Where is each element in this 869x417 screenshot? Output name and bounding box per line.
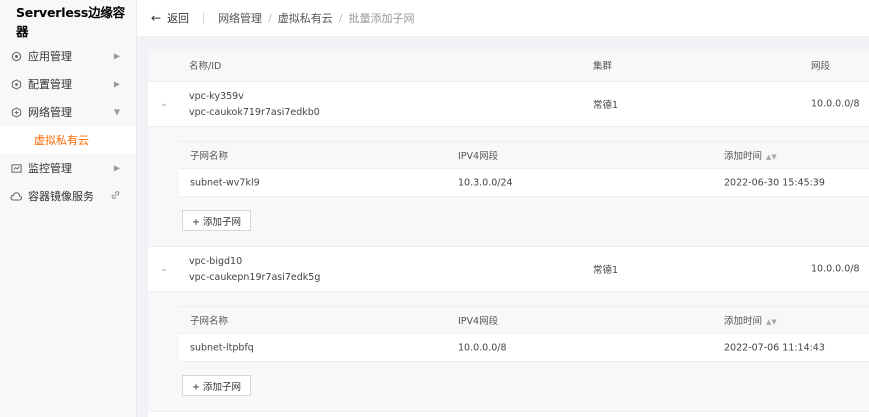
vpc-id: vpc-caukepn19r7asi7edk5g	[189, 272, 321, 283]
chevron-down-icon: ▼	[113, 107, 120, 117]
sidebar-menu: 应用管理 ▶ 配置管理 ▶ 网络管理 ▼ 虚拟私有云 监控管理 ▶ 容器镜像服务	[0, 42, 136, 210]
divider	[203, 12, 205, 24]
breadcrumb-separator: /	[268, 11, 272, 25]
chevron-down-icon[interactable]: ⌄	[160, 99, 168, 109]
sidebar-item-label: 配置管理	[28, 78, 72, 91]
breadcrumb-separator: /	[338, 11, 343, 25]
column-header-subnet-name: 子网名称	[190, 151, 229, 162]
app-title: Serverless边缘容器	[16, 5, 125, 39]
external-link-icon	[111, 191, 120, 202]
main-content: 名称/ID 集群 网段 ⌄ vpc-ky359v vpc-caukok719r7…	[137, 37, 869, 417]
chevron-right-icon: ▶	[113, 163, 120, 173]
subnet-table: 子网名称 IPV4网段 添加时间 ▲▼ subnet-ltpbfq 10.0.0.…	[179, 306, 869, 362]
subnet-ipv4: 10.0.0.0/8	[458, 342, 507, 353]
sidebar-item-container-registry[interactable]: 容器镜像服务	[0, 182, 136, 210]
sidebar: Serverless边缘容器 应用管理 ▶ 配置管理 ▶ 网络管理 ▼ 虚拟私有…	[0, 0, 137, 417]
vpc-table: 名称/ID 集群 网段 ⌄ vpc-ky359v vpc-caukok719r7…	[148, 49, 869, 417]
column-header-ipv4: IPV4网段	[458, 151, 499, 162]
subnet-name: subnet-wv7kl9	[190, 177, 260, 188]
cloud-icon	[10, 190, 22, 202]
subnet-ipv4: 10.3.0.0/24	[458, 177, 513, 188]
header-bar: ← 返回 网络管理 / 虚拟私有云 / 批量添加子网	[137, 0, 869, 37]
sidebar-subitem-vpc[interactable]: 虚拟私有云	[0, 126, 136, 154]
breadcrumb-vpc[interactable]: 虚拟私有云	[278, 10, 333, 26]
sidebar-item-app-management[interactable]: 应用管理 ▶	[0, 42, 136, 70]
sidebar-item-label: 容器镜像服务	[28, 190, 94, 203]
app-root: Serverless边缘容器 应用管理 ▶ 配置管理 ▶ 网络管理 ▼ 虚拟私有…	[0, 0, 869, 417]
add-subnet-button[interactable]: + 添加子网	[182, 375, 251, 396]
sidebar-item-monitor-management[interactable]: 监控管理 ▶	[0, 154, 136, 182]
chevron-right-icon: ▶	[113, 79, 120, 89]
subnet-table-header: 子网名称 IPV4网段 添加时间 ▲▼	[179, 141, 869, 169]
column-header-add-time[interactable]: 添加时间 ▲▼	[724, 313, 777, 327]
sidebar-item-config-management[interactable]: 配置管理 ▶	[0, 70, 136, 98]
monitor-icon	[10, 162, 22, 174]
sidebar-item-network-management[interactable]: 网络管理 ▼	[0, 98, 136, 126]
column-header-name-id: 名称/ID	[189, 61, 222, 72]
network-icon	[10, 106, 22, 118]
subnet-name: subnet-ltpbfq	[190, 342, 254, 353]
add-time-label: 添加时间	[724, 316, 763, 327]
vpc-cluster: 常德1	[593, 265, 619, 276]
app-icon	[10, 50, 22, 62]
expanded-row: 子网名称 IPV4网段 添加时间 ▲▼ subnet-ltpbfq 10.0.0.…	[148, 292, 869, 412]
vpc-name: vpc-ky359v	[189, 91, 244, 102]
vpc-id: vpc-caukok719r7asi7edkb0	[189, 107, 320, 118]
subnet-add-time: 2022-06-30 15:45:39	[724, 177, 825, 188]
vpc-cidr: 10.0.0.0/8	[811, 263, 860, 275]
back-label: 返回	[167, 12, 190, 25]
sidebar-item-label: 应用管理	[28, 50, 72, 63]
vpc-name: vpc-bigd10	[189, 256, 243, 267]
sort-icon[interactable]: ▲▼	[766, 318, 777, 326]
column-header-add-time[interactable]: 添加时间 ▲▼	[724, 148, 777, 162]
column-header-ipv4: IPV4网段	[458, 316, 499, 327]
table-row[interactable]: ⌄ vpc-bigd10 vpc-caukepn19r7asi7edk5g 常德…	[148, 247, 869, 292]
subnet-add-time: 2022-07-06 11:14:43	[724, 342, 825, 353]
table-row: subnet-ltpbfq 10.0.0.0/8 2022-07-06 11:1…	[179, 334, 869, 362]
breadcrumb-network-management[interactable]: 网络管理	[218, 10, 262, 26]
add-time-label: 添加时间	[724, 151, 763, 162]
column-header-subnet-name: 子网名称	[190, 316, 229, 327]
subnet-table-header: 子网名称 IPV4网段 添加时间 ▲▼	[179, 306, 869, 334]
sort-icon[interactable]: ▲▼	[766, 153, 777, 161]
vpc-name-cell: vpc-bigd10 vpc-caukepn19r7asi7edk5g	[189, 254, 320, 286]
table-header: 名称/ID 集群 网段	[148, 49, 869, 82]
config-icon	[10, 78, 22, 90]
sidebar-item-label: 监控管理	[28, 162, 72, 175]
chevron-right-icon: ▶	[113, 51, 120, 61]
chevron-down-icon[interactable]: ⌄	[160, 264, 168, 274]
column-header-cidr: 网段	[811, 61, 831, 72]
add-subnet-button[interactable]: + 添加子网	[182, 210, 251, 231]
table-row: subnet-wv7kl9 10.3.0.0/24 2022-06-30 15:…	[179, 169, 869, 197]
sidebar-item-label: 网络管理	[28, 106, 72, 119]
table-row[interactable]: ⌄ vpc-ky359v vpc-caukok719r7asi7edkb0 常德…	[148, 82, 869, 127]
subnet-table: 子网名称 IPV4网段 添加时间 ▲▼ subnet-wv7kl9 10.3.0.…	[179, 141, 869, 197]
breadcrumb-current: 批量添加子网	[348, 12, 415, 25]
back-button[interactable]: ← 返回	[151, 10, 189, 26]
vpc-name-cell: vpc-ky359v vpc-caukok719r7asi7edkb0	[189, 89, 320, 121]
vpc-cidr: 10.0.0.0/8	[811, 98, 860, 110]
column-header-cluster: 集群	[593, 61, 613, 72]
vpc-cluster: 常德1	[593, 100, 619, 111]
expanded-row: 子网名称 IPV4网段 添加时间 ▲▼ subnet-wv7kl9 10.3.0.…	[148, 127, 869, 247]
arrow-left-icon: ←	[151, 11, 162, 25]
